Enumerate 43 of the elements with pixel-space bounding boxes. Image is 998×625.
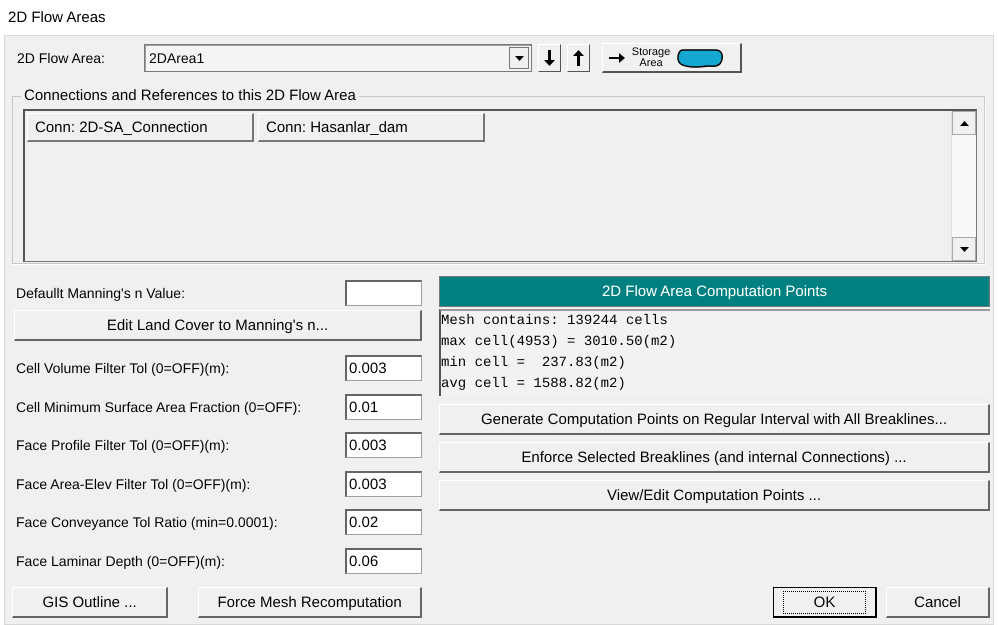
input-field[interactable]: 0.003 (345, 432, 422, 458)
input-field[interactable]: 0.02 (345, 509, 422, 536)
action-button[interactable]: Generate Computation Points on Regular Interval with All Breaklines... (439, 404, 990, 435)
scroll-down-icon[interactable] (952, 237, 976, 261)
scrollbar[interactable] (951, 111, 976, 261)
storage-area-icon (677, 48, 723, 68)
input-field[interactable]: 0.06 (345, 548, 422, 574)
action-button[interactable]: Force Mesh Recomputation (198, 587, 422, 618)
field-label: Defaullt Manning's n Value: (16, 285, 185, 301)
mesh-info-line: min cell = 237.83(m2) (441, 354, 626, 373)
action-button[interactable]: Enforce Selected Breaklines (and internal Connections) ... (439, 442, 990, 473)
mesh-info-line: avg cell = 1588.82(m2) (441, 375, 626, 394)
down-arrow-icon (544, 50, 555, 66)
action-button[interactable]: GIS Outline ... (12, 587, 168, 618)
flow-area-dropdown[interactable]: 2DArea1 (144, 44, 532, 72)
dialog-button[interactable]: Cancel (886, 587, 990, 618)
field-label: Face Area-Elev Filter Tol (0=OFF)(m): (16, 476, 250, 492)
manning-input[interactable] (345, 280, 422, 306)
field-label: Cell Volume Filter Tol (0=OFF)(m): (16, 360, 230, 376)
connection-item[interactable]: Conn: 2D-SA_Connection (27, 113, 254, 142)
edit-land-cover-button[interactable]: Edit Land Cover to Manning's n... (14, 310, 422, 341)
input-field[interactable]: 0.01 (345, 394, 422, 420)
right-arrow-icon (609, 52, 625, 62)
dialog-button[interactable]: OK (773, 587, 877, 618)
field-label: Face Conveyance Tol Ratio (min=0.0001): (16, 514, 278, 530)
mesh-info-line: Mesh contains: 139244 cells (441, 312, 668, 331)
computation-header: 2D Flow Area Computation Points (439, 276, 990, 307)
input-field[interactable]: 0.003 (345, 470, 422, 497)
move-up-button[interactable] (567, 44, 590, 72)
field-label: Cell Minimum Surface Area Fraction (0=OFF): (16, 398, 302, 415)
input-field[interactable]: 0.003 (345, 355, 422, 382)
scroll-up-icon[interactable] (952, 111, 976, 135)
mesh-info-line: max cell(4953) = 3010.50(m2) (441, 333, 676, 352)
field-label: 2D Flow Area: (16, 50, 106, 66)
move-down-button[interactable] (538, 44, 561, 72)
connection-item[interactable]: Conn: Hasanlar_dam (258, 113, 485, 142)
connections-list[interactable]: Conn: 2D-SA_Connection Conn: Hasanlar_dam (23, 109, 977, 262)
up-arrow-icon (573, 50, 584, 66)
field-label: Face Profile Filter Tol (0=OFF)(m): (16, 437, 230, 454)
window-title: 2D Flow Areas (8, 9, 106, 26)
field-label: Face Laminar Depth (0=OFF)(m): (16, 552, 225, 569)
storage-area-button[interactable]: Storage Area (602, 43, 742, 73)
action-button[interactable]: View/Edit Computation Points ... (439, 480, 990, 511)
